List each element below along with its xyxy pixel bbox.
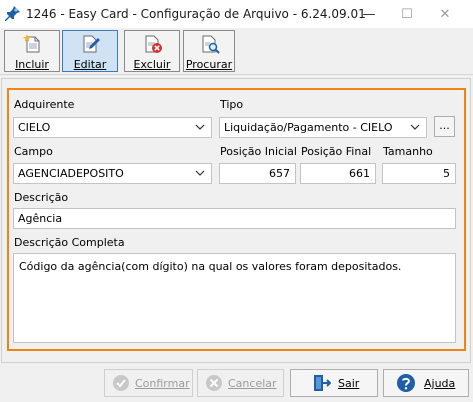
adquirente-value: CIELO bbox=[18, 121, 51, 134]
incluir-button[interactable]: Incluir bbox=[4, 30, 60, 72]
posicao-inicial-input[interactable]: 657 bbox=[219, 163, 296, 184]
tamanho-value: 5 bbox=[443, 167, 450, 180]
cancelar-label: Cancelar bbox=[228, 377, 277, 390]
close-button[interactable]: ✕ bbox=[425, 0, 465, 28]
campo-select[interactable]: AGENCIADEPOSITO bbox=[13, 163, 212, 184]
editar-label: Editar bbox=[73, 58, 107, 71]
cancelar-button[interactable]: Cancelar bbox=[197, 369, 284, 397]
procurar-label: Procurar bbox=[185, 58, 233, 71]
tipo-ellipsis-button[interactable]: ... bbox=[434, 116, 455, 137]
close-icon: ✕ bbox=[439, 6, 451, 22]
posicao-final-label: Posição Final bbox=[301, 145, 372, 158]
posicao-final-value: 661 bbox=[349, 167, 370, 180]
delete-document-icon bbox=[145, 35, 162, 53]
posicao-inicial-label: Posição Inicial bbox=[220, 145, 297, 158]
tipo-value: Liquidação/Pagamento - CIELO bbox=[224, 121, 393, 134]
tipo-select[interactable]: Liquidação/Pagamento - CIELO bbox=[219, 117, 427, 138]
ajuda-button[interactable]: Ajuda bbox=[383, 369, 469, 397]
chevron-down-icon bbox=[195, 124, 205, 130]
new-document-icon bbox=[23, 34, 40, 53]
confirmar-button[interactable]: Confirmar bbox=[104, 369, 193, 397]
incluir-label: Incluir bbox=[15, 58, 49, 71]
app-pin-icon bbox=[5, 6, 20, 21]
excluir-label: Excluir bbox=[133, 58, 171, 71]
sair-button[interactable]: Sair bbox=[290, 369, 378, 397]
maximize-icon: ☐ bbox=[401, 6, 413, 22]
confirmar-label: Confirmar bbox=[135, 377, 190, 390]
tamanho-input[interactable]: 5 bbox=[382, 163, 456, 184]
search-document-icon bbox=[202, 35, 220, 54]
check-circle-icon bbox=[113, 375, 129, 391]
posicao-inicial-value: 657 bbox=[269, 167, 290, 180]
maximize-button[interactable]: ☐ bbox=[387, 0, 427, 28]
tamanho-label: Tamanho bbox=[383, 145, 433, 158]
action-bar: Confirmar Cancelar Sair Ajuda bbox=[0, 366, 473, 402]
descricao-input[interactable]: Agência bbox=[13, 208, 456, 229]
title-bar: 1246 - Easy Card - Configuração de Arqui… bbox=[0, 0, 473, 28]
editar-button[interactable]: Editar bbox=[62, 30, 118, 72]
descricao-completa-label: Descrição Completa bbox=[14, 236, 125, 249]
sair-label: Sair bbox=[338, 377, 360, 390]
posicao-final-input[interactable]: 661 bbox=[300, 163, 376, 184]
excluir-button[interactable]: Excluir bbox=[124, 30, 180, 72]
application-window: 1246 - Easy Card - Configuração de Arqui… bbox=[0, 0, 473, 402]
window-title: 1246 - Easy Card - Configuração de Arqui… bbox=[26, 7, 366, 21]
edit-document-icon bbox=[83, 35, 100, 53]
descricao-completa-textarea[interactable]: Código da agência(com dígito) na qual os… bbox=[13, 253, 456, 343]
toolbar: Incluir Editar Excluir Procurar bbox=[0, 28, 473, 75]
chevron-down-icon bbox=[410, 124, 420, 130]
ajuda-label: Ajuda bbox=[424, 377, 456, 390]
chevron-down-icon bbox=[195, 170, 205, 176]
minimize-icon: — bbox=[362, 6, 376, 22]
descricao-label: Descrição bbox=[14, 191, 69, 204]
descricao-value: Agência bbox=[18, 212, 63, 225]
minimize-button[interactable]: — bbox=[349, 0, 389, 28]
adquirente-label: Adquirente bbox=[14, 98, 75, 111]
adquirente-select[interactable]: CIELO bbox=[13, 117, 212, 138]
cancel-circle-icon bbox=[206, 375, 222, 391]
help-icon bbox=[397, 374, 415, 392]
campo-value: AGENCIADEPOSITO bbox=[18, 167, 124, 180]
tipo-label: Tipo bbox=[220, 98, 244, 111]
campo-label: Campo bbox=[14, 145, 53, 158]
exit-door-icon bbox=[314, 375, 331, 391]
descricao-completa-value: Código da agência(com dígito) na qual os… bbox=[19, 260, 402, 273]
procurar-button[interactable]: Procurar bbox=[183, 30, 235, 72]
